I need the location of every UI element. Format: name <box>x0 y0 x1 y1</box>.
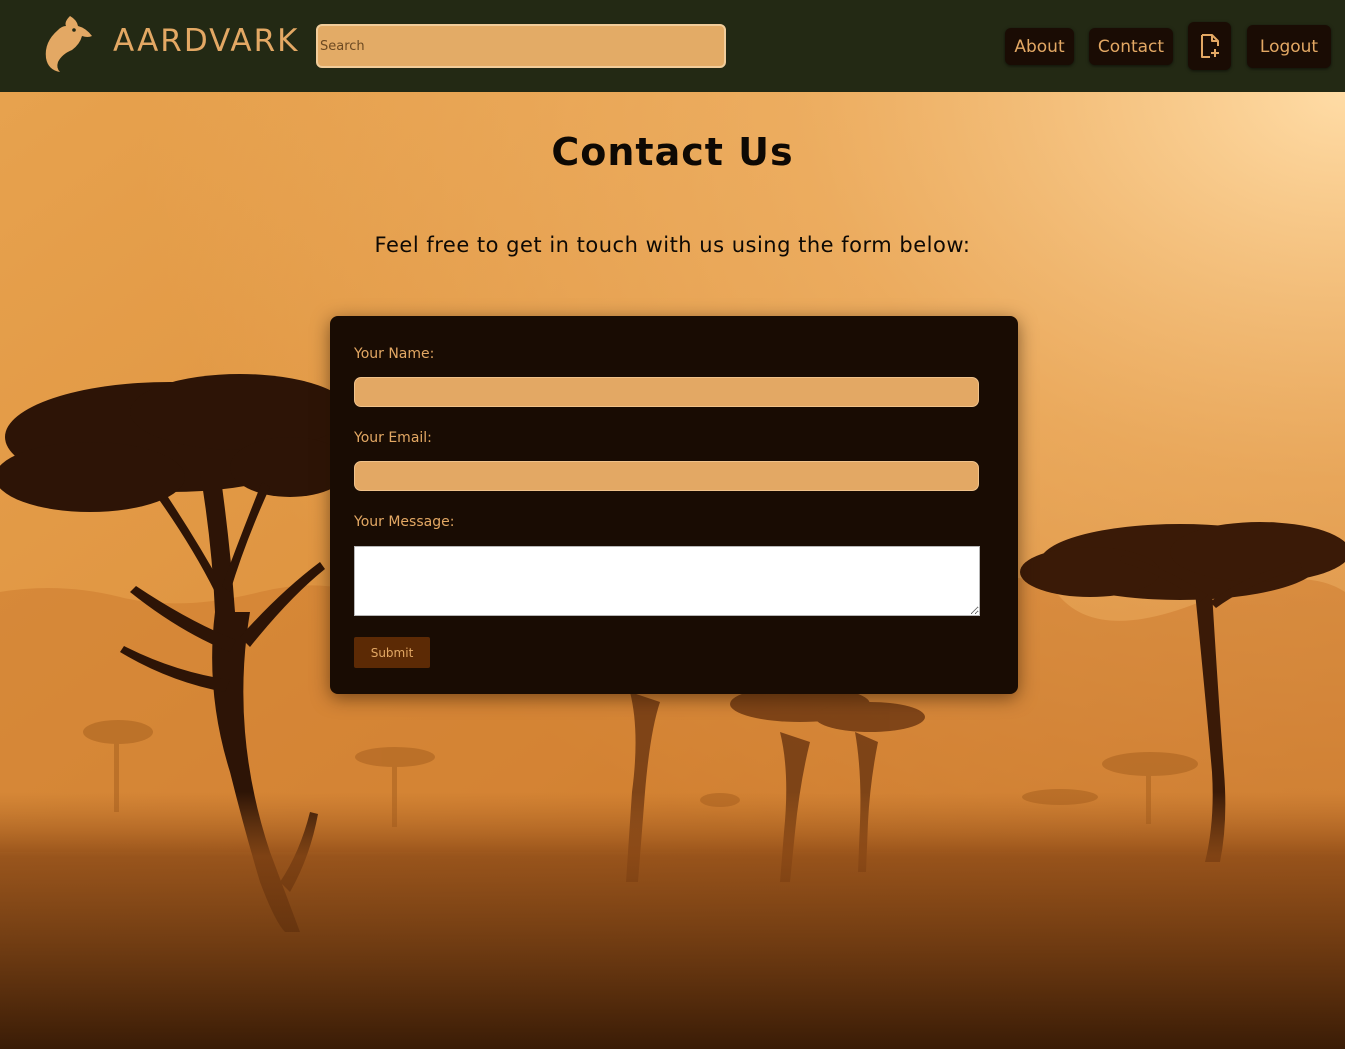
page-subtitle: Feel free to get in touch with us using … <box>374 233 971 257</box>
aardvark-logo-icon[interactable] <box>44 14 96 72</box>
submit-button[interactable]: Submit <box>354 637 430 668</box>
brand-name[interactable]: AARDVARK <box>113 23 299 59</box>
search-input[interactable] <box>316 24 726 68</box>
name-field[interactable] <box>354 377 979 407</box>
name-label: Your Name: <box>354 346 435 362</box>
file-plus-icon <box>1200 34 1219 58</box>
contact-button[interactable]: Contact <box>1089 28 1173 65</box>
contact-form: Your Name: Your Email: Your Message: Sub… <box>330 316 1018 694</box>
logout-button[interactable]: Logout <box>1247 25 1331 68</box>
email-field[interactable] <box>354 461 979 491</box>
message-label: Your Message: <box>354 514 455 530</box>
top-navbar: AARDVARK About Contact Logout <box>0 0 1345 92</box>
email-label: Your Email: <box>354 430 432 446</box>
about-button[interactable]: About <box>1005 28 1074 65</box>
page-title: Contact Us <box>551 130 794 174</box>
message-field[interactable] <box>354 546 980 616</box>
new-document-button[interactable] <box>1188 22 1231 70</box>
